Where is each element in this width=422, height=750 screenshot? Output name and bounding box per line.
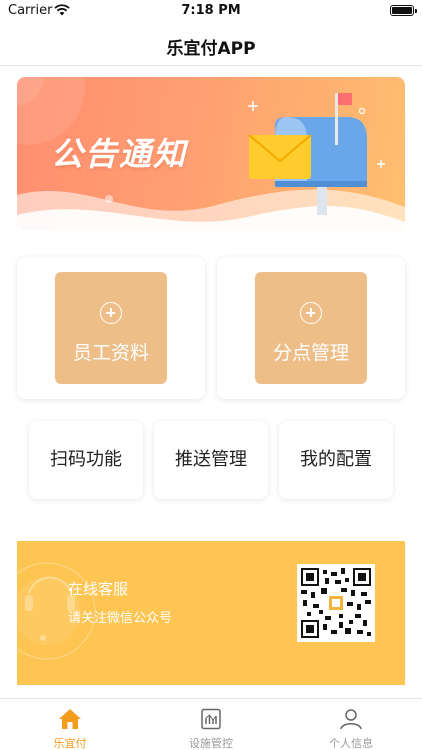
- service-subtitle: 请关注微信公众号: [68, 611, 173, 626]
- push-management-button[interactable]: 推送管理: [154, 421, 268, 499]
- home-icon: [59, 709, 81, 729]
- service-title: 在线客服: [68, 580, 129, 598]
- branch-management-button[interactable]: 分点管理: [255, 272, 367, 384]
- tab-facility-control[interactable]: 设施管控: [141, 699, 281, 750]
- chart-icon: [201, 708, 221, 730]
- page-title: 乐宜付APP: [166, 39, 256, 59]
- tab-profile[interactable]: 个人信息: [281, 699, 421, 750]
- staff-profile-button[interactable]: 员工资料: [55, 272, 167, 384]
- status-bar: Carrier 7:18 PM: [0, 0, 422, 22]
- plus-circle-icon: [300, 302, 322, 324]
- online-service-panel: 在线客服 请关注微信公众号: [17, 541, 405, 685]
- tab-profile-label: 个人信息: [329, 737, 373, 750]
- staff-profile-card[interactable]: 员工资料: [17, 257, 205, 399]
- scan-code-button[interactable]: 扫码功能: [29, 421, 143, 499]
- banner-title: 公告通知: [51, 135, 188, 173]
- battery-icon: [390, 5, 417, 16]
- plus-circle-icon: [100, 302, 122, 324]
- qr-code-icon: [297, 564, 375, 642]
- tab-home-label: 乐宜付: [53, 737, 87, 750]
- branch-management-card[interactable]: 分点管理: [217, 257, 405, 399]
- tab-home[interactable]: 乐宜付: [0, 699, 140, 750]
- tab-bar: 乐宜付 设施管控 个人信息: [0, 698, 422, 750]
- nav-bar: 乐宜付APP: [0, 22, 422, 66]
- announcement-banner[interactable]: 公告通知: [17, 77, 405, 230]
- staff-profile-label: 员工资料: [72, 342, 149, 364]
- branch-management-label: 分点管理: [272, 342, 349, 364]
- clock: 7:18 PM: [181, 3, 241, 18]
- user-icon: [340, 709, 362, 730]
- my-config-button[interactable]: 我的配置: [279, 421, 393, 499]
- tab-facility-control-label: 设施管控: [189, 737, 233, 750]
